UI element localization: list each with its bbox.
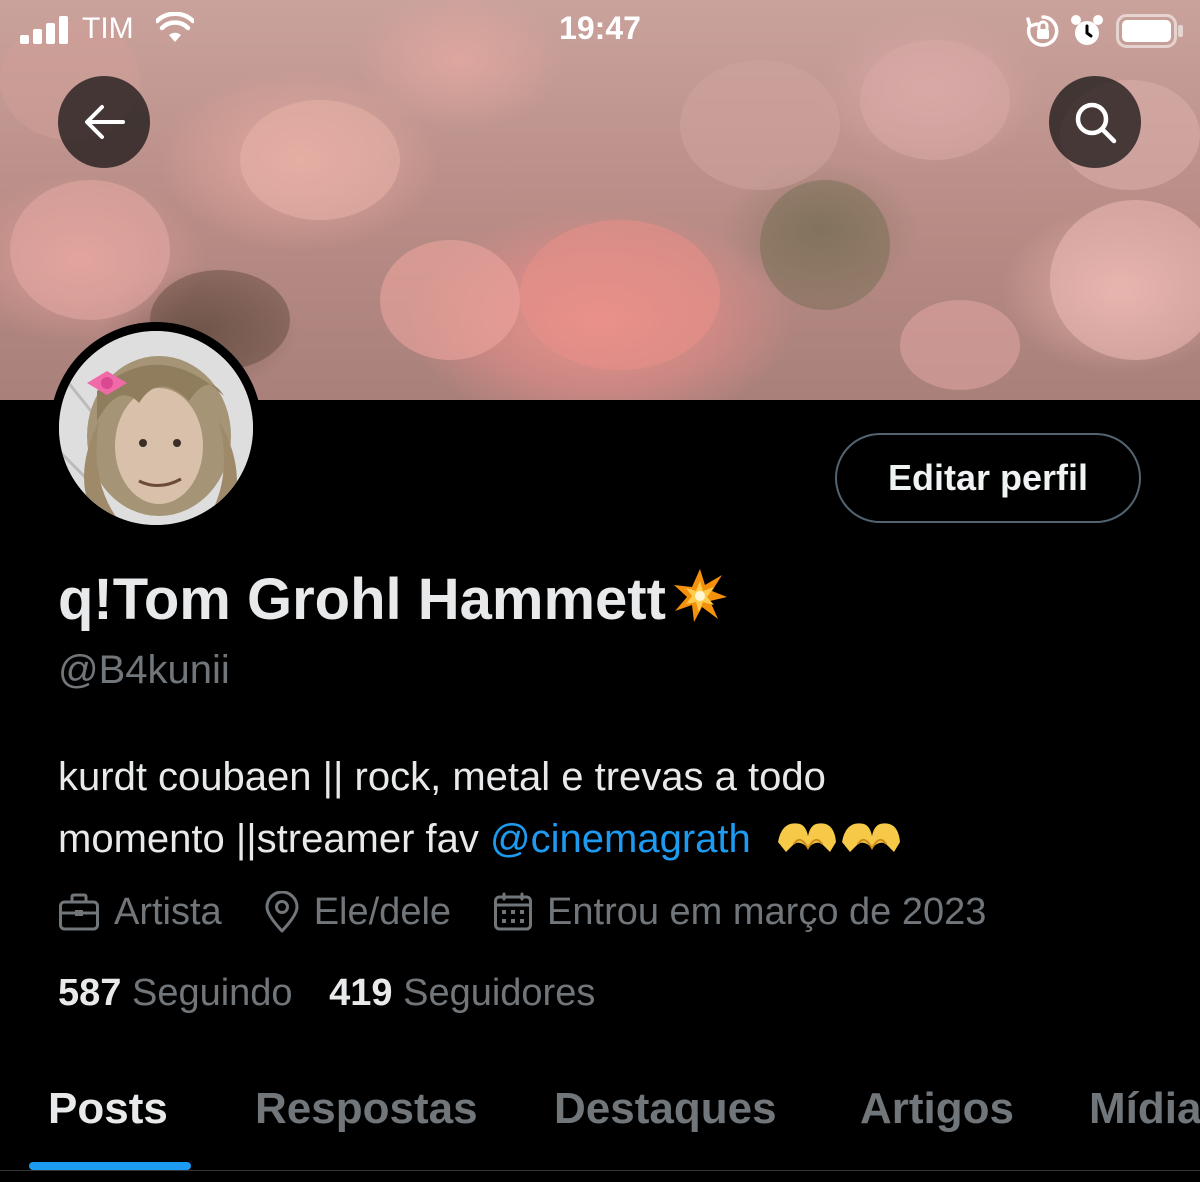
location-pin-icon xyxy=(265,891,299,933)
followers-label: Seguidores xyxy=(403,972,596,1014)
meta-joined-text: Entrou em março de 2023 xyxy=(547,890,987,933)
display-name: q!Tom Grohl Hammett xyxy=(58,566,728,637)
meta-location-text: Ele/dele xyxy=(313,890,452,933)
tab-media[interactable]: Mídia xyxy=(1089,1084,1200,1134)
search-icon xyxy=(1075,102,1117,144)
status-bar: TIM 19:47 xyxy=(0,0,1200,62)
calendar-icon xyxy=(494,892,533,931)
profile-bio: kurdt coubaen || rock, metal e trevas a … xyxy=(58,746,1158,876)
profile-meta: Artista Ele/dele Entrou em março de 2023 xyxy=(58,887,1028,937)
edit-profile-button[interactable]: Editar perfil xyxy=(835,433,1141,523)
battery-icon xyxy=(1116,14,1183,48)
meta-location: Ele/dele xyxy=(264,891,451,934)
bio-mention-link[interactable]: @cinemagrath xyxy=(490,817,751,861)
bio-line-2: momento ||streamer fav xyxy=(58,817,491,861)
tab-highlights[interactable]: Destaques xyxy=(554,1084,777,1134)
tab-replies[interactable]: Respostas xyxy=(255,1084,478,1134)
display-name-text: q!Tom Grohl Hammett xyxy=(58,567,666,632)
search-button[interactable] xyxy=(1049,76,1141,168)
meta-profession: Artista xyxy=(58,891,222,934)
user-handle: @B4kunii xyxy=(58,648,230,692)
tab-articles[interactable]: Artigos xyxy=(860,1084,1014,1134)
meta-profession-text: Artista xyxy=(114,890,222,933)
followers-count: 419 xyxy=(329,972,393,1014)
tabs-divider xyxy=(0,1170,1200,1171)
orientation-lock-icon xyxy=(1026,15,1059,47)
profile-avatar[interactable] xyxy=(50,322,262,534)
following-count: 587 xyxy=(58,972,122,1014)
heart-hands-emoji xyxy=(776,814,900,876)
back-button[interactable] xyxy=(58,76,150,168)
collision-emoji xyxy=(672,567,728,637)
back-arrow-icon xyxy=(85,105,125,139)
bio-line-1: kurdt coubaen || rock, metal e trevas a … xyxy=(58,755,826,799)
clock-time: 19:47 xyxy=(559,10,641,46)
following-link[interactable]: 587 Seguindo xyxy=(58,972,293,1014)
avatar-photo xyxy=(59,331,253,525)
briefcase-icon xyxy=(59,893,99,931)
follow-counts: 587 Seguindo 419 Seguidores xyxy=(58,972,621,1015)
active-tab-indicator xyxy=(29,1162,191,1170)
tab-posts[interactable]: Posts xyxy=(48,1084,168,1134)
alarm-icon xyxy=(1071,15,1103,45)
meta-joined: Entrou em março de 2023 xyxy=(493,891,986,934)
followers-link[interactable]: 419 Seguidores xyxy=(329,972,595,1014)
following-label: Seguindo xyxy=(131,972,293,1014)
